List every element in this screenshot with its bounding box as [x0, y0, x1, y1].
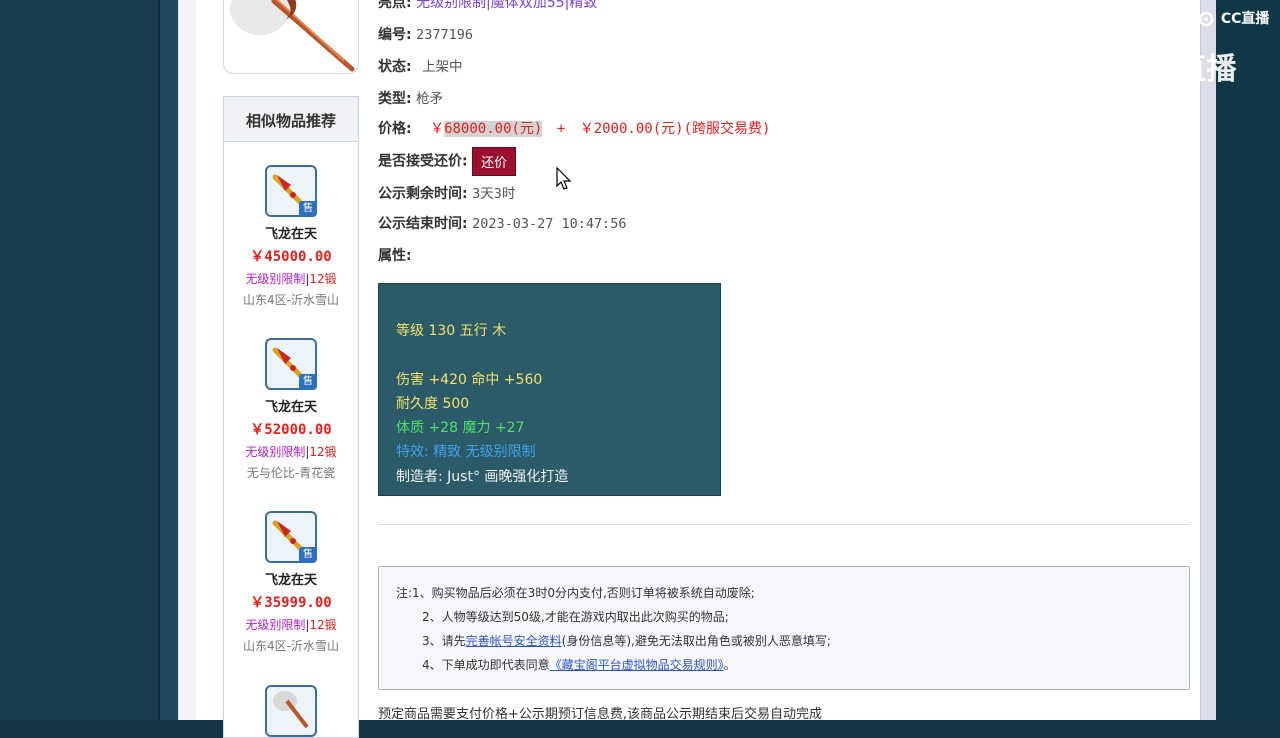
id-row: 编号: 2377196 — [378, 24, 473, 44]
note-line-3-prefix: 3、请先 — [422, 634, 466, 648]
highlight-row: 亮点: 无级别限制|魔体双加55|精致 — [378, 0, 597, 12]
note-line-4-suffix: 。 — [723, 658, 736, 672]
attr-level: 等级 130 五行 木 — [396, 323, 507, 339]
status-row: 状态: 上架中 — [378, 55, 463, 76]
attr-effect: 特效: 精致 无级别限制 — [396, 444, 536, 460]
note-line-4-prefix: 4、下单成功即代表同意 — [422, 658, 550, 672]
item-tag-forge: 12锻 — [309, 618, 337, 632]
section-divider — [378, 524, 1190, 525]
price-row: 价格: ￥68000.00(元) + ￥2000.00(元)(跨服交易费) — [378, 118, 770, 138]
item-name[interactable]: 飞龙在天 — [224, 569, 358, 588]
remain-row: 公示剩余时间: 3天3时 — [378, 182, 515, 203]
mouse-cursor-icon — [556, 167, 572, 190]
item-tag-forge: 12锻 — [309, 272, 337, 286]
id-label: 编号: — [378, 27, 412, 43]
item-price: ￥45000.00 — [250, 249, 332, 265]
sell-badge: 售 — [299, 374, 317, 390]
attr-durability: 耐久度 500 — [396, 396, 470, 412]
item-tag-forge: 12锻 — [309, 445, 337, 459]
item-name[interactable]: 飞龙在天 — [224, 223, 358, 242]
similar-item[interactable]: 售 飞龙在天 ￥35999.00 无级别限制|12锻 山东4区-沂水雪山 — [224, 511, 358, 654]
bargain-button[interactable]: 还价 — [472, 147, 517, 176]
note-line-3: 3、请先完善帐号安全资料(身份信息等),避免无法取出角色或被别人恶意填写; — [422, 632, 831, 649]
cc-logo-large-icon — [1071, 51, 1117, 90]
item-server: 山东4区-沂水雪山 — [243, 639, 339, 653]
status-value: 上架中 — [422, 59, 463, 75]
end-time-label: 公示结束时间: — [378, 216, 468, 232]
watermark-small-text: CC直播 — [1220, 11, 1270, 27]
remain-label: 公示剩余时间: — [378, 186, 468, 202]
similar-items-panel: 相似物品推荐 售 飞龙在天 ￥45000.00 无级别限制|12锻 山东4区-沂… — [223, 96, 359, 738]
axe-icon[interactable] — [265, 685, 317, 737]
purchase-notes: 注:1、购买物品后必须在3时0分内支付,否则订单将被系统自动废除; 2、人物等级… — [378, 566, 1190, 690]
fee-unit: (元)(跨服交易费) — [652, 121, 771, 137]
trade-rules-link[interactable]: 《藏宝阁平台虚拟物品交易规则》 — [550, 658, 724, 672]
item-price: ￥35999.00 — [250, 595, 332, 611]
watermark-big-text: CC直播 — [1132, 52, 1237, 87]
price-label: 价格: — [378, 121, 412, 137]
price-unit: (元) — [511, 121, 543, 137]
price-plus: + — [556, 121, 566, 137]
fee-value: ￥2000.00 — [579, 121, 653, 137]
status-label: 状态: — [378, 59, 412, 75]
note-line-4: 4、下单成功即代表同意《藏宝阁平台虚拟物品交易规则》。 — [422, 656, 736, 673]
bargain-label: 是否接受还价: — [378, 153, 468, 170]
right-background — [1216, 0, 1280, 720]
item-tag-level: 无级别限制 — [245, 618, 306, 632]
type-value: 枪矛 — [416, 91, 444, 107]
watermark-small: CC直播 — [1198, 8, 1269, 28]
price-value: 68000.00 — [444, 121, 512, 137]
similar-item[interactable] — [224, 685, 358, 737]
sell-badge: 售 — [299, 201, 317, 217]
attr-label: 属性: — [378, 248, 412, 264]
attr-maker: 制造者: Just° 画晚强化打造 — [396, 469, 569, 485]
attribute-panel: 等级 130 五行 木 伤害 +420 命中 +560 耐久度 500 体质 +… — [378, 283, 721, 496]
product-image — [223, 0, 359, 74]
watermark-big: CC直播 — [1070, 44, 1237, 93]
id-value: 2377196 — [416, 27, 473, 43]
type-label: 类型: — [378, 91, 412, 107]
account-security-link[interactable]: 完善帐号安全资料 — [466, 634, 562, 648]
sell-badge: 售 — [299, 547, 317, 563]
highlight-label: 亮点: — [378, 0, 412, 11]
spear-image-icon — [230, 0, 355, 72]
similar-item[interactable]: 售 飞龙在天 ￥45000.00 无级别限制|12锻 山东4区-沂水雪山 — [224, 165, 358, 308]
item-server: 无与伦比-青花瓷 — [246, 466, 336, 480]
similar-item[interactable]: 售 飞龙在天 ￥52000.00 无级别限制|12锻 无与伦比-青花瓷 — [224, 338, 358, 481]
item-tag-level: 无级别限制 — [245, 445, 306, 459]
left-page-border — [158, 0, 180, 720]
attr-row: 属性: — [378, 245, 412, 265]
reservation-info: 预定商品需要支付价格+公示期预订信息费,该商品公示期结束后交易自动完成 — [378, 707, 823, 722]
note-line-1: 注:1、购买物品后必须在3时0分内支付,否则订单将被系统自动废除; — [396, 586, 755, 600]
note-line-2: 2、人物等级达到50级,才能在游戏内取出此次购买的物品; — [422, 610, 729, 624]
remain-value: 3天3时 — [472, 186, 516, 202]
item-tag-level: 无级别限制 — [245, 272, 306, 286]
item-server: 山东4区-沂水雪山 — [243, 293, 339, 307]
end-time-row: 公示结束时间: 2023-03-27 10:47:56 — [378, 213, 627, 233]
highlight-value: 无级别限制|魔体双加55|精致 — [416, 0, 598, 11]
spear-icon[interactable]: 售 — [265, 511, 317, 563]
item-price: ￥52000.00 — [250, 422, 332, 438]
type-row: 类型: 枪矛 — [378, 87, 443, 108]
similar-items-title: 相似物品推荐 — [224, 97, 358, 142]
item-name[interactable]: 飞龙在天 — [224, 396, 358, 415]
price-symbol: ￥ — [430, 121, 445, 137]
bargain-row: 是否接受还价: 还价 — [378, 147, 517, 176]
note-line-3-suffix: (身份信息等),避免无法取出角色或被别人恶意填写; — [561, 634, 831, 648]
spear-icon[interactable]: 售 — [265, 338, 317, 390]
attr-stats: 体质 +28 魔力 +27 — [396, 420, 525, 436]
right-page-border — [1200, 0, 1217, 720]
cc-logo-icon — [1198, 11, 1214, 27]
spear-icon[interactable]: 售 — [265, 165, 317, 217]
end-time-value: 2023-03-27 10:47:56 — [472, 216, 627, 232]
left-background — [0, 0, 160, 720]
attr-damage: 伤害 +420 命中 +560 — [396, 372, 543, 388]
